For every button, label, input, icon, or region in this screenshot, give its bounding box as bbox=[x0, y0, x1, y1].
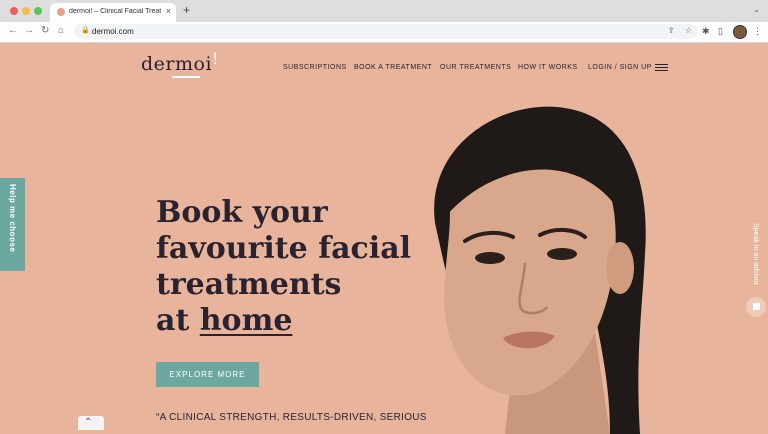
forward-button[interactable]: → bbox=[24, 25, 34, 37]
maximize-window-button[interactable] bbox=[34, 7, 42, 15]
logo-text: dermoi bbox=[141, 53, 213, 75]
nav-our-treatments[interactable]: OUR TREATMENTS bbox=[440, 64, 511, 71]
hero-heading: Book your favourite facial treatments at… bbox=[156, 195, 411, 339]
hero-line-4-prefix: at bbox=[156, 303, 200, 338]
hamburger-menu-icon[interactable] bbox=[655, 64, 668, 73]
home-button[interactable]: ⌂ bbox=[58, 25, 64, 37]
address-bar[interactable]: 🔒 dermoi.com ⇪ ☆ bbox=[74, 24, 698, 39]
left-eye-shape bbox=[475, 252, 505, 264]
testimonial-quote: “A CLINICAL STRENGTH, RESULTS-DRIVEN, SE… bbox=[156, 412, 427, 423]
tab-title: dermoi! – Clinical Facial Treatm... bbox=[69, 8, 161, 15]
hero-line-3: treatments bbox=[156, 267, 342, 302]
extensions-icon[interactable]: ✱ bbox=[702, 25, 710, 37]
explore-more-button[interactable]: EXPLORE MORE bbox=[156, 362, 259, 387]
scroll-up-button[interactable]: ⌃ bbox=[78, 416, 104, 430]
close-tab-icon[interactable]: × bbox=[166, 6, 171, 16]
hero-line-1: Book your bbox=[156, 195, 328, 230]
new-tab-button[interactable]: + bbox=[183, 3, 190, 17]
speak-to-advisor-label[interactable]: Speak to an advisor bbox=[752, 223, 759, 285]
nav-book-treatment[interactable]: BOOK A TREATMENT bbox=[354, 64, 432, 71]
side-panel-icon[interactable]: ▯ bbox=[718, 25, 723, 37]
url-text[interactable]: dermoi.com bbox=[92, 27, 134, 36]
minimize-window-button[interactable] bbox=[22, 7, 30, 15]
web-page: dermoi! SUBSCRIPTIONS BOOK A TREATMENT O… bbox=[0, 43, 768, 434]
browser-tab-active[interactable]: dermoi! – Clinical Facial Treatm... × bbox=[50, 3, 176, 22]
close-window-button[interactable] bbox=[10, 7, 18, 15]
site-logo[interactable]: dermoi! bbox=[141, 49, 219, 75]
reload-button[interactable]: ↻ bbox=[41, 25, 49, 37]
help-me-choose-tab[interactable]: Help me choose bbox=[0, 178, 25, 271]
back-button[interactable]: ← bbox=[8, 25, 18, 37]
browser-window: dermoi! – Clinical Facial Treatm... × + … bbox=[0, 0, 768, 434]
favicon-icon bbox=[57, 8, 65, 16]
chevron-up-icon: ⌃ bbox=[84, 417, 93, 428]
hero-portrait-image bbox=[434, 106, 646, 434]
right-eye-shape bbox=[547, 248, 577, 260]
lock-icon[interactable]: 🔒 bbox=[81, 26, 90, 34]
hero-home-word: home bbox=[199, 303, 293, 338]
logo-mark: ! bbox=[212, 49, 219, 68]
browser-toolbar: ← → ↻ ⌂ 🔒 dermoi.com ⇪ ☆ ✱ ▯ ⋮ bbox=[0, 22, 768, 43]
profile-avatar[interactable] bbox=[733, 25, 747, 39]
nav-subscriptions[interactable]: SUBSCRIPTIONS bbox=[283, 64, 347, 71]
tab-search-icon[interactable]: ⌄ bbox=[753, 5, 760, 14]
ear-shape bbox=[606, 242, 634, 294]
logo-underline bbox=[172, 76, 200, 78]
tab-strip: dermoi! – Clinical Facial Treatm... × + … bbox=[0, 0, 768, 22]
help-me-choose-label: Help me choose bbox=[8, 184, 17, 253]
bookmark-star-icon[interactable]: ☆ bbox=[685, 26, 692, 35]
hero-line-2: favourite facial bbox=[156, 231, 412, 266]
nav-login-signup[interactable]: LOGIN / SIGN UP bbox=[588, 64, 652, 71]
browser-menu-icon[interactable]: ⋮ bbox=[753, 25, 762, 37]
hero-line-4: at home bbox=[156, 303, 411, 339]
chat-bubble-icon[interactable] bbox=[746, 297, 766, 317]
share-icon[interactable]: ⇪ bbox=[668, 26, 675, 35]
nav-how-it-works[interactable]: HOW IT WORKS bbox=[518, 64, 578, 71]
